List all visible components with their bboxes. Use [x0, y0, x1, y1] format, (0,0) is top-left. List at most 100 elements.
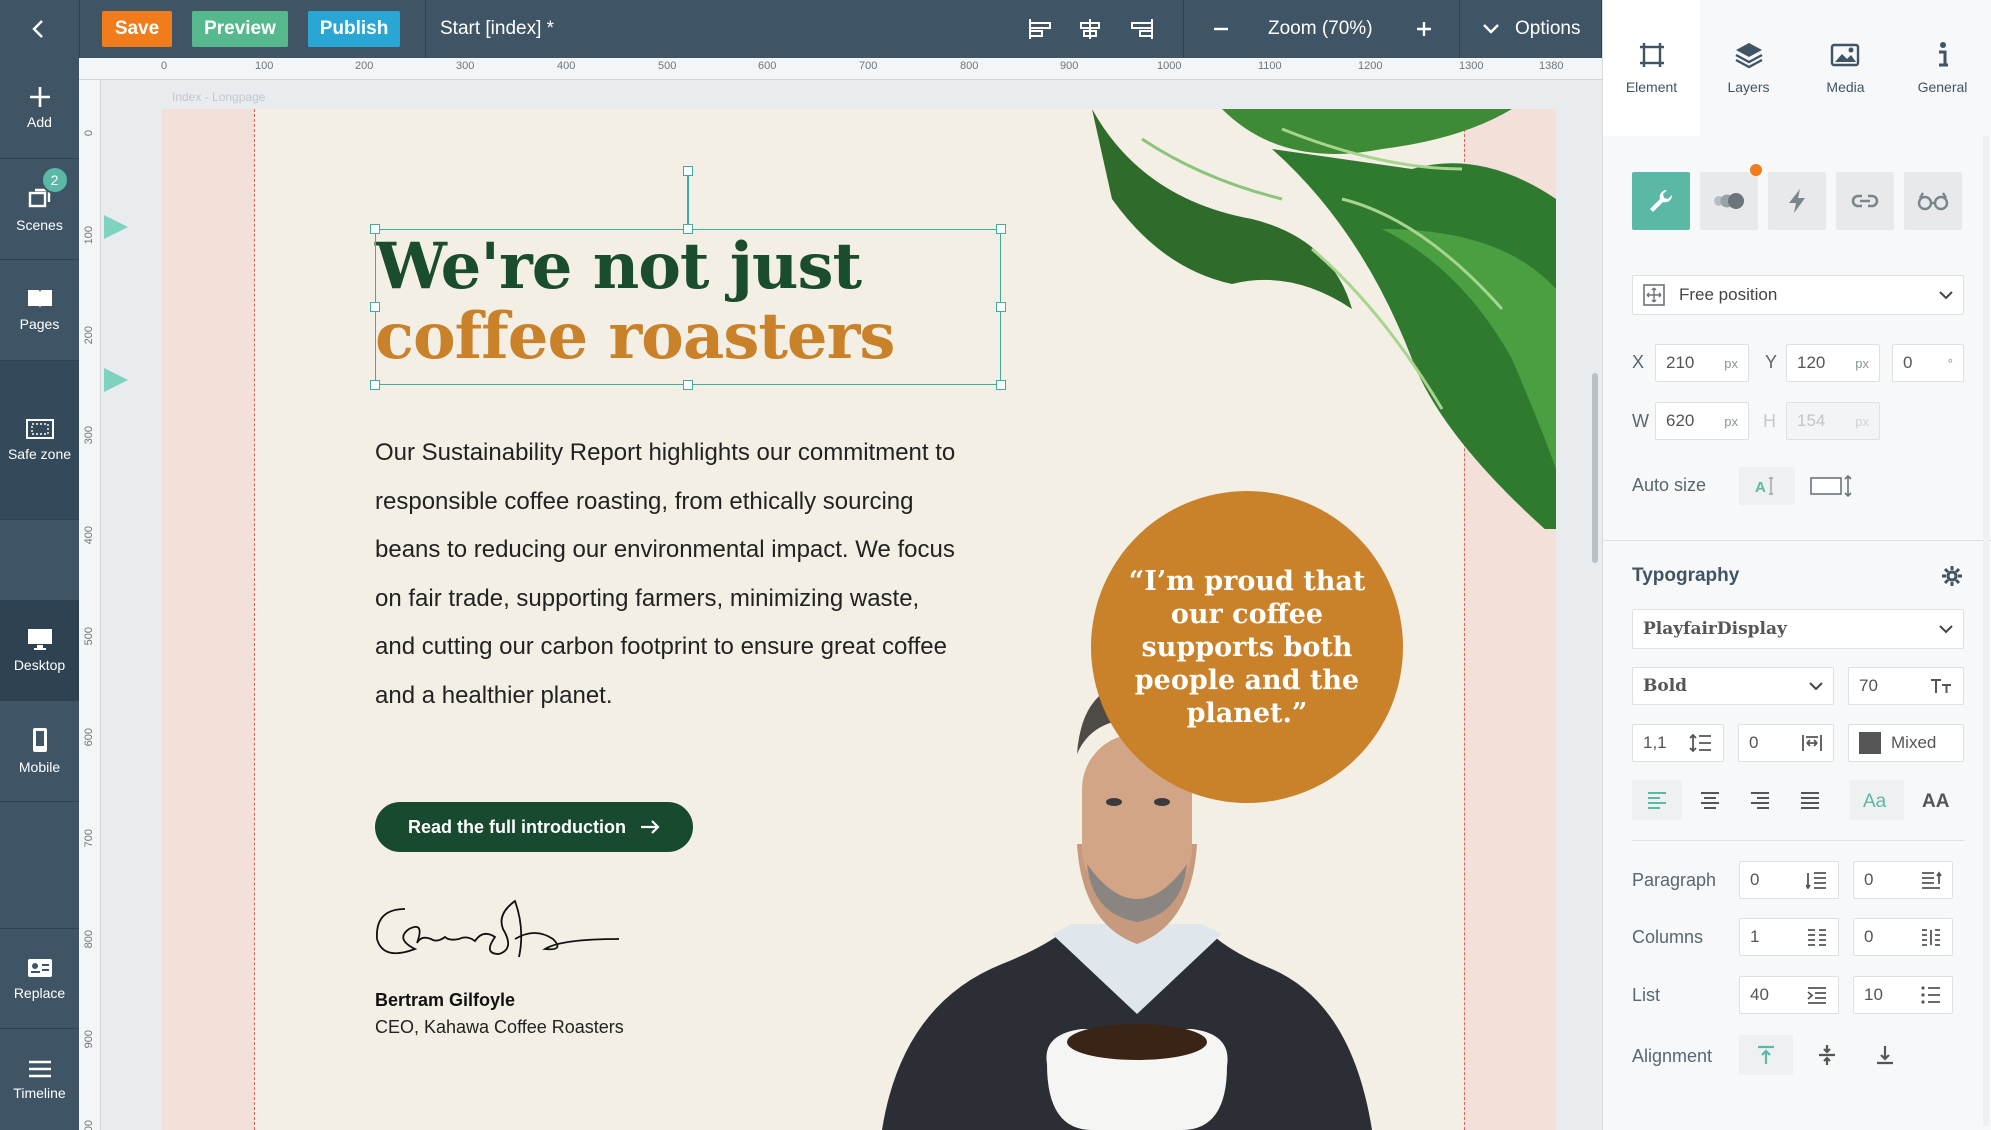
animation-tool-button[interactable] — [1700, 164, 1762, 230]
options-chevron[interactable] — [1479, 0, 1503, 58]
signature-image[interactable] — [375, 899, 620, 969]
zoom-out-button[interactable] — [1206, 0, 1236, 58]
ruler-tick: 500 — [83, 627, 95, 646]
auto-size-text-toggle[interactable]: A — [1739, 467, 1795, 505]
ruler-tick: 700 — [83, 829, 95, 848]
list-spacing-input[interactable]: 10 — [1853, 976, 1953, 1014]
font-weight-select[interactable]: Bold — [1632, 667, 1834, 705]
sidebar-item-add[interactable]: Add — [0, 58, 79, 159]
text-justify-button[interactable] — [1785, 780, 1835, 820]
quote-badge[interactable]: “I’m proud that our coffee supports both… — [1091, 491, 1403, 803]
preview-button[interactable]: Preview — [192, 11, 288, 47]
align-left-button[interactable] — [1024, 0, 1056, 58]
ruler-tick: 100 — [255, 60, 274, 72]
publish-button[interactable]: Publish — [308, 11, 400, 47]
editor-canvas[interactable]: 0 100 200 300 400 500 600 700 800 900 10… — [79, 58, 1602, 1130]
letter-spacing-input[interactable]: 0 — [1738, 724, 1834, 762]
signer-name[interactable]: Bertram Gilfoyle — [375, 990, 515, 1011]
tab-general[interactable]: General — [1894, 0, 1991, 136]
selection-box[interactable] — [375, 229, 1001, 385]
resize-handle[interactable] — [996, 224, 1006, 234]
auto-size-box-toggle[interactable] — [1803, 467, 1859, 505]
paragraph-after-input[interactable]: 0 — [1853, 861, 1953, 899]
rotate-handle[interactable] — [683, 166, 693, 176]
sidebar-item-scenes[interactable]: 2 Scenes — [0, 159, 79, 260]
tab-label: Media — [1826, 79, 1865, 95]
x-value: 210 — [1666, 353, 1695, 372]
scene-marker-icon[interactable] — [102, 366, 130, 394]
font-family-select[interactable]: PlayfairDisplay — [1632, 609, 1964, 649]
list-indent-input[interactable]: 40 — [1739, 976, 1839, 1014]
align-right-button[interactable] — [1126, 0, 1158, 58]
settings-tool-button[interactable] — [1632, 172, 1690, 230]
y-input[interactable]: 120 px — [1786, 344, 1880, 382]
text-case-normal-button[interactable]: Aa — [1850, 780, 1904, 820]
x-input[interactable]: 210 px — [1655, 344, 1749, 382]
save-button[interactable]: Save — [102, 11, 172, 47]
link-tool-button[interactable] — [1836, 172, 1894, 230]
position-mode-select[interactable]: Free position — [1632, 275, 1964, 315]
gear-icon[interactable] — [1941, 565, 1963, 587]
tab-layers[interactable]: Layers — [1700, 0, 1797, 136]
font-size-input[interactable]: 70 — [1848, 667, 1964, 705]
rotation-value: 0 — [1903, 353, 1913, 372]
letter-spacing-icon — [1802, 735, 1822, 751]
vertical-scrollbar[interactable] — [1592, 373, 1598, 563]
sidebar-item-timeline[interactable]: Timeline — [0, 1029, 79, 1130]
text-align-right-button[interactable] — [1735, 780, 1785, 820]
read-introduction-button[interactable]: Read the full introduction — [375, 802, 693, 852]
resize-handle[interactable] — [996, 380, 1006, 390]
x-unit: px — [1724, 355, 1738, 371]
list-indent-icon — [1807, 987, 1826, 1004]
resize-handle[interactable] — [683, 380, 693, 390]
signer-title[interactable]: CEO, Kahawa Coffee Roasters — [375, 1017, 624, 1038]
zoom-in-button[interactable] — [1409, 0, 1439, 58]
columns-count-input[interactable]: 1 — [1739, 918, 1839, 956]
text-align-left-button[interactable] — [1632, 780, 1682, 820]
resize-handle[interactable] — [370, 302, 380, 312]
sidebar-item-mobile[interactable]: Mobile — [0, 701, 79, 802]
sidebar-item-replace[interactable]: Replace — [0, 928, 79, 1029]
divider — [1603, 540, 1991, 541]
resize-handle[interactable] — [370, 224, 380, 234]
accessibility-tool-button[interactable] — [1904, 172, 1962, 230]
resize-handle[interactable] — [370, 380, 380, 390]
rotation-input[interactable]: 0 ° — [1892, 344, 1964, 382]
monstera-leaves-image[interactable] — [1082, 109, 1556, 529]
sidebar-item-desktop[interactable]: Desktop — [0, 600, 79, 701]
body-line: and cutting our carbon footprint to ensu… — [375, 633, 947, 660]
options-button[interactable]: Options — [1515, 0, 1580, 58]
plus-icon — [29, 87, 50, 107]
text-align-center-button[interactable] — [1685, 780, 1735, 820]
tab-element[interactable]: Element — [1603, 0, 1700, 136]
text-color-picker[interactable]: Mixed — [1848, 724, 1964, 762]
scene-marker-icon[interactable] — [102, 213, 130, 241]
line-height-input[interactable]: 1,1 — [1632, 724, 1724, 762]
valign-middle-button[interactable] — [1800, 1035, 1854, 1075]
body-line: on fair trade, supporting farmers, minim… — [375, 584, 920, 612]
tab-media[interactable]: Media — [1797, 0, 1894, 136]
panel-scrollbar[interactable] — [1983, 136, 1989, 1126]
columns-gap-input[interactable]: 0 — [1853, 918, 1953, 956]
sidebar-item-pages[interactable]: Pages — [0, 260, 79, 361]
width-input[interactable]: 620 px — [1655, 402, 1749, 440]
sidebar-item-safe-zone[interactable]: Safe zone — [0, 361, 79, 520]
text-case-upper-button[interactable]: AA — [1910, 780, 1964, 820]
page-artboard[interactable]: We're not just coffee roasters Our Susta… — [162, 109, 1556, 1130]
vertical-ruler: 0 100 200 300 400 500 600 700 800 900 10… — [79, 80, 101, 1130]
y-value: 120 — [1797, 353, 1826, 372]
sidebar-item-label: Desktop — [13, 657, 66, 673]
columns-icon — [1808, 929, 1826, 946]
font-size-icon — [1931, 679, 1951, 693]
horizontal-ruler: 0 100 200 300 400 500 600 700 800 900 10… — [79, 58, 1602, 80]
align-center-button[interactable] — [1074, 0, 1106, 58]
resize-handle[interactable] — [683, 224, 693, 234]
paragraph-before-input[interactable]: 0 — [1739, 861, 1839, 899]
resize-handle[interactable] — [996, 302, 1006, 312]
height-input: 154 px — [1786, 402, 1880, 440]
valign-top-button[interactable] — [1739, 1035, 1793, 1075]
valign-bottom-button[interactable] — [1858, 1035, 1912, 1075]
action-tool-button[interactable] — [1768, 172, 1826, 230]
back-button[interactable] — [20, 0, 56, 58]
paragraph-after-value: 0 — [1864, 870, 1874, 889]
